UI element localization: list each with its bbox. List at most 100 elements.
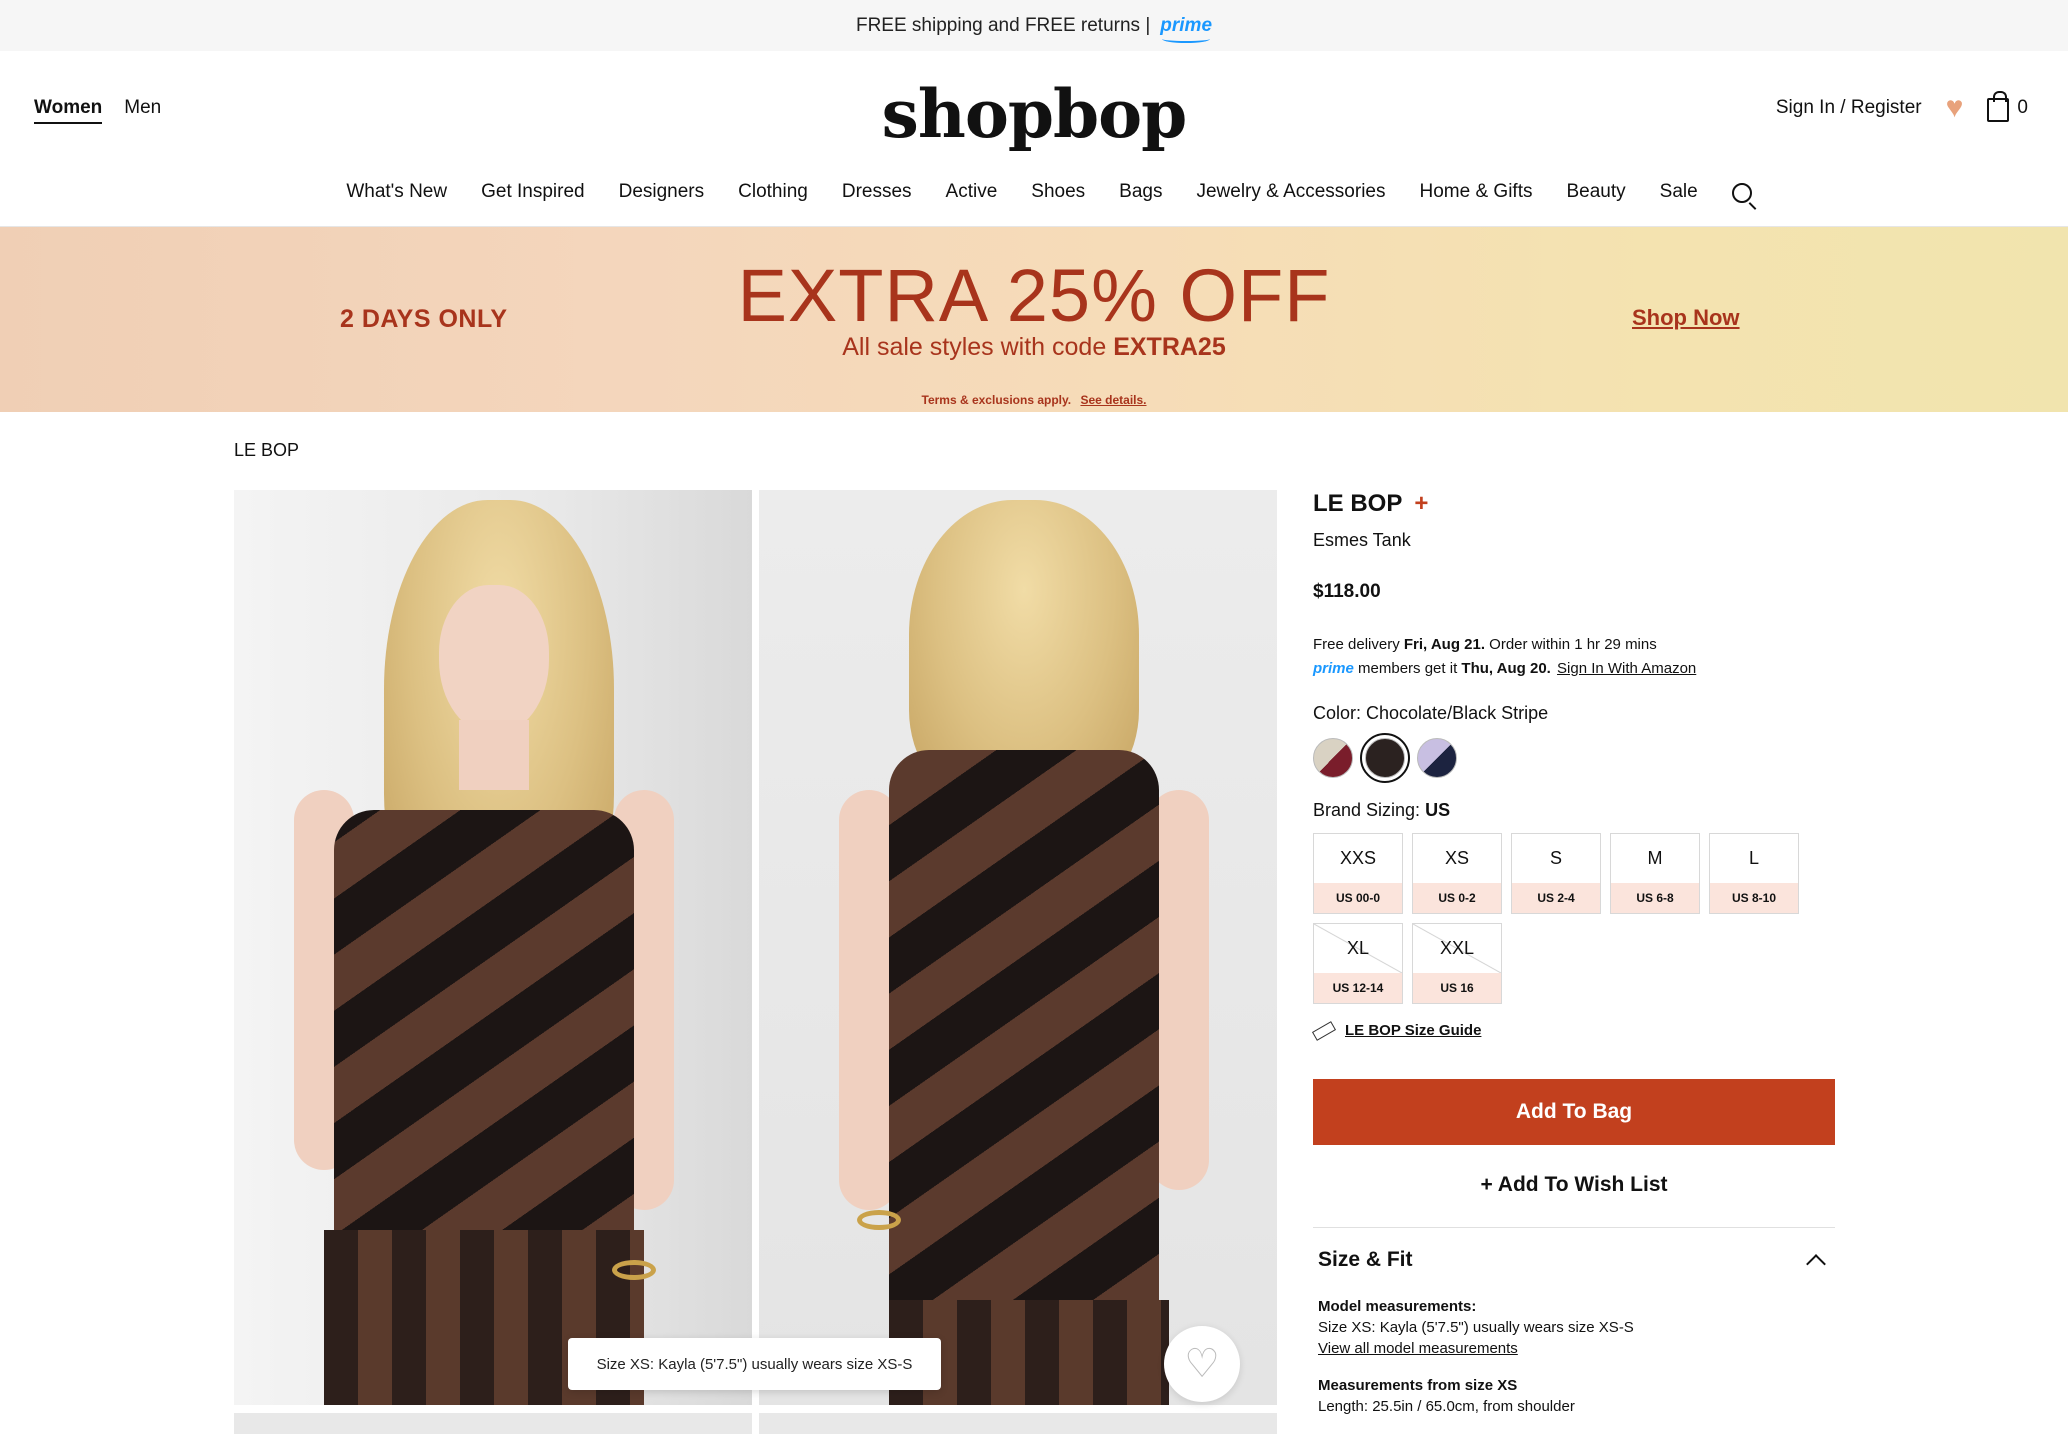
model-neck: [459, 720, 529, 790]
promo-code: EXTRA25: [1113, 333, 1226, 361]
shopbop-logo[interactable]: shopbop: [0, 75, 2068, 153]
sign-in-link[interactable]: Sign In / Register: [1776, 97, 1922, 119]
size-option-xl[interactable]: XL US 12-14: [1313, 923, 1403, 1004]
gold-bracelet-back: [857, 1210, 901, 1230]
product-brand: LE BOP +: [1313, 490, 1835, 518]
follow-brand-plus-icon[interactable]: +: [1414, 490, 1428, 518]
model-heading: Model measurements:: [1318, 1298, 1477, 1315]
delivery-line: Free delivery Fri, Aug 21. Order within …: [1313, 633, 1835, 657]
brand-sizing: Brand Sizing: US: [1313, 800, 1835, 821]
shipping-banner: FREE shipping and FREE returns | prime: [0, 0, 2068, 51]
promo-subtext: All sale styles with code EXTRA25: [0, 333, 2068, 362]
size-option-xs[interactable]: XS US 0-2: [1412, 833, 1502, 914]
length-text: Length: 25.5in / 65.0cm, from shoulder: [1318, 1398, 1575, 1415]
size-option-l[interactable]: L US 8-10: [1709, 833, 1799, 914]
ruler-icon: [1311, 1020, 1337, 1041]
nav-bags[interactable]: Bags: [1119, 181, 1162, 203]
account-area: Sign In / Register ♥ 0: [1776, 91, 2028, 125]
prime-date: Thu, Aug 20.: [1461, 660, 1551, 677]
nav-beauty[interactable]: Beauty: [1566, 181, 1625, 203]
next-image-right[interactable]: [759, 1413, 1277, 1434]
prime-members: members get it: [1358, 660, 1458, 677]
search-icon[interactable]: [1731, 183, 1752, 203]
size-fit-title: Size & Fit: [1318, 1248, 1413, 1271]
nav-dresses[interactable]: Dresses: [842, 181, 912, 203]
wishlist-heart-icon[interactable]: ♥: [1946, 91, 1964, 125]
main-nav: What's New Get Inspired Designers Clothi…: [0, 181, 2068, 203]
color-label: Color: Chocolate/Black Stripe: [1313, 703, 1549, 723]
nav-whats-new[interactable]: What's New: [346, 181, 447, 203]
size-label: M: [1647, 848, 1663, 868]
product-price: $118.00: [1313, 581, 1381, 602]
nav-sale[interactable]: Sale: [1660, 181, 1698, 203]
add-to-wishlist-button[interactable]: + Add To Wish List: [1313, 1165, 1835, 1205]
gold-bracelet: [612, 1260, 656, 1280]
promo-terms: Terms & exclusions apply. See details.: [0, 393, 2068, 407]
nav-active[interactable]: Active: [946, 181, 998, 203]
size-us: US 2-4: [1512, 883, 1600, 913]
shop-now-link[interactable]: Shop Now: [1632, 305, 1740, 331]
size-us: US 0-2: [1413, 883, 1501, 913]
model-face: [439, 585, 549, 735]
size-option-m[interactable]: M US 6-8: [1610, 833, 1700, 914]
shopping-bag-button[interactable]: 0: [1987, 91, 2028, 122]
terms-text: Terms & exclusions apply.: [921, 393, 1072, 407]
size-us: US 00-0: [1314, 883, 1402, 913]
measurements-block: Measurements from size XS Length: 25.5in…: [1318, 1375, 1830, 1417]
size-us: US 12-14: [1314, 973, 1402, 1003]
measure-heading: Measurements from size XS: [1318, 1377, 1518, 1394]
color-swatches: [1313, 733, 1835, 783]
nav-designers[interactable]: Designers: [619, 181, 705, 203]
nav-get-inspired[interactable]: Get Inspired: [481, 181, 585, 203]
brand-name[interactable]: LE BOP: [1313, 490, 1402, 518]
size-grid: XXS US 00-0 XS US 0-2 S US 2-4 M US 6-8 L US …: [1313, 833, 1835, 1004]
promo-banner[interactable]: 2 DAYS ONLY EXTRA 25% OFF All sale style…: [0, 227, 2068, 412]
size-option-xxl[interactable]: XXL US 16: [1412, 923, 1502, 1004]
size-label: XXS: [1339, 848, 1377, 868]
prime-logo: prime: [1160, 14, 1213, 43]
nav-clothing[interactable]: Clothing: [738, 181, 808, 203]
nav-shoes[interactable]: Shoes: [1031, 181, 1085, 203]
size-option-s[interactable]: S US 2-4: [1511, 833, 1601, 914]
product-image-back[interactable]: [759, 490, 1277, 1405]
product-image-front[interactable]: [234, 490, 752, 1405]
product-gallery: [234, 490, 1277, 1434]
size-us: US 6-8: [1611, 883, 1699, 913]
delivery-date: Fri, Aug 21.: [1403, 636, 1485, 653]
chevron-up-icon: [1806, 1254, 1826, 1274]
size-label: XXL: [1413, 924, 1501, 973]
size-us: US 16: [1413, 973, 1501, 1003]
size-guide-link[interactable]: LE BOP Size Guide: [1311, 1020, 1835, 1041]
model-size-tooltip: Size XS: Kayla (5'7.5") usually wears si…: [568, 1338, 941, 1390]
promo-sub-text: All sale styles with code: [842, 333, 1107, 361]
tank-top-front: [334, 810, 634, 1250]
bag-count: 0: [2017, 97, 2028, 118]
size-option-xxs[interactable]: XXS US 00-0: [1313, 833, 1403, 914]
size-fit-toggle[interactable]: Size & Fit: [1313, 1228, 1835, 1274]
shipping-text: FREE shipping and FREE returns |: [855, 14, 1151, 36]
swatch-chocolate-black[interactable]: [1360, 733, 1410, 783]
swatch-burgundy[interactable]: [1313, 738, 1353, 778]
next-image-left[interactable]: [234, 1413, 752, 1434]
shopping-bag-icon: [1987, 91, 2010, 122]
breadcrumb[interactable]: LE BOP: [234, 440, 299, 461]
size-label: S: [1549, 848, 1562, 868]
free-delivery-label: Free delivery: [1313, 636, 1400, 653]
size-us: US 8-10: [1710, 883, 1798, 913]
view-all-measurements-link[interactable]: View all model measurements: [1318, 1338, 1830, 1359]
size-fit-content: Model measurements: Size XS: Kayla (5'7.…: [1313, 1272, 1835, 1417]
nav-home-gifts[interactable]: Home & Gifts: [1420, 181, 1533, 203]
favorite-heart-icon[interactable]: ♡: [1164, 1326, 1240, 1402]
swatch-navy[interactable]: [1417, 738, 1457, 778]
sign-in-amazon-link[interactable]: Sign In With Amazon: [1557, 660, 1696, 677]
nav-jewelry-accessories[interactable]: Jewelry & Accessories: [1196, 181, 1385, 203]
tank-top-back: [889, 750, 1159, 1310]
size-label: XL: [1314, 924, 1402, 973]
product-info: LE BOP + Esmes Tank $118.00 Free deliver…: [1311, 490, 1835, 1417]
add-to-bag-button[interactable]: Add To Bag: [1313, 1079, 1835, 1145]
size-label: L: [1748, 848, 1759, 868]
prime-logo-small: prime: [1313, 660, 1354, 677]
brand-sizing-value: US: [1425, 800, 1451, 820]
see-details-link[interactable]: See details.: [1080, 393, 1146, 407]
size-guide-text: LE BOP Size Guide: [1345, 1022, 1482, 1039]
